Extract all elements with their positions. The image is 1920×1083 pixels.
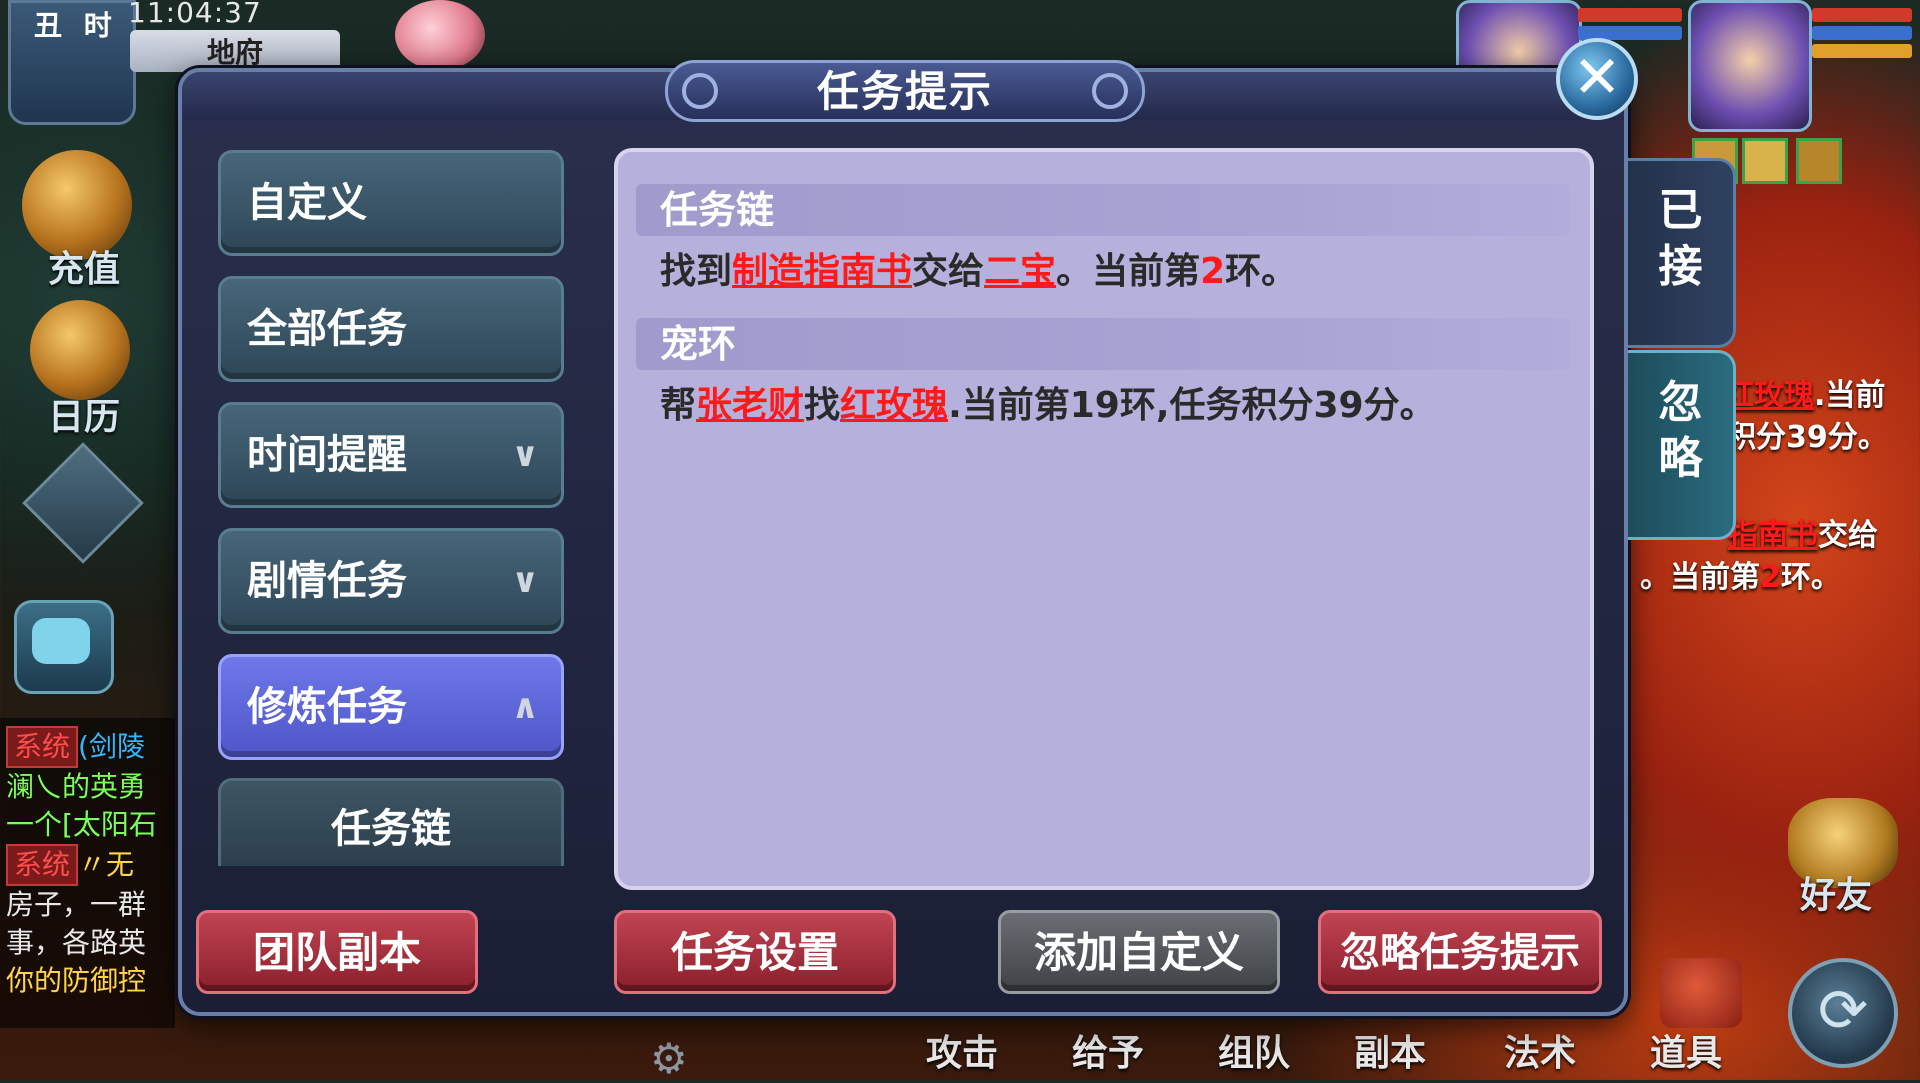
team-dungeon-button[interactable]: 团队副本 [196,910,478,994]
player-hp-bar [1812,8,1912,22]
chat-line: 事，各路英 [6,926,147,959]
clock-time: 11:04:37 [128,0,262,29]
peach-icon[interactable] [395,0,485,70]
buff-icon[interactable] [1742,138,1788,184]
section-header-pet-ring: 宠环 [636,318,1570,370]
category-custom[interactable]: 自定义 [218,150,564,256]
player-rage-bar [1812,44,1912,58]
give-button[interactable]: 给予 [1072,1024,1144,1076]
close-button[interactable]: ✕ [1556,38,1638,120]
subcategory-task-chain[interactable]: 任务链 [218,778,564,866]
chat-bubble-icon [32,618,90,664]
item-link[interactable]: 制造指南书 [732,251,912,292]
refresh-icon[interactable]: ⟳ [1788,958,1898,1068]
category-all-tasks[interactable]: 全部任务 [218,276,564,382]
category-cultivation-tasks[interactable]: 修炼任务 ∧ [218,654,564,760]
treasure-chest-icon[interactable] [1660,958,1742,1028]
ignore-task-prompt-button[interactable]: 忽略任务提示 [1318,910,1602,994]
dialog-title: 任务提示 [665,60,1145,122]
team-button[interactable]: 组队 [1218,1024,1290,1076]
chat-line: 系统 〃无 [6,844,175,886]
close-icon: ✕ [1572,43,1622,111]
scroll-ornament-icon [682,73,718,109]
chat-line: 澜乀的英勇 [6,770,147,803]
task-chain-description: 找到制造指南书交给二宝。当前第2环。 [660,251,1298,292]
system-tag: 系统 [6,726,79,768]
chat-line: 系统 (剑陵 [6,726,175,768]
npc-link[interactable]: 二宝 [984,251,1056,292]
chevron-down-icon: ∨ [511,561,539,601]
pet-hp-bar [1578,8,1682,22]
items-button[interactable]: 道具 [1650,1024,1722,1076]
pet-ring-description: 帮张老财找红玫瑰.当前第19环,任务积分39分。 [660,385,1436,426]
category-time-reminder[interactable]: 时间提醒 ∨ [218,402,564,508]
add-custom-button[interactable]: 添加自定义 [998,910,1280,994]
chat-line: 房子，一群 [6,888,147,921]
tracker-line: 红玫瑰.当前 [1724,378,1886,413]
tracker-line: 。当前第2环。 [1640,560,1841,595]
tab-ignored[interactable]: 忽 略 [1628,350,1736,540]
calendar-icon[interactable] [30,300,130,400]
chevron-up-icon: ∧ [511,687,539,727]
map-name[interactable]: 地府 [130,30,340,72]
spell-button[interactable]: 法术 [1504,1024,1576,1076]
player-portrait[interactable] [1688,0,1812,132]
attack-button[interactable]: 攻击 [926,1024,998,1076]
npc-link[interactable]: 张老财 [696,385,804,426]
chat-line: 你的防御控 [6,964,147,997]
section-header-task-chain: 任务链 [636,184,1570,236]
tracker-line: 指南书交给 [1728,518,1878,553]
scroll-ornament-icon [1092,73,1128,109]
category-story-tasks[interactable]: 剧情任务 ∨ [218,528,564,634]
buff-icon[interactable] [1796,138,1842,184]
system-tag: 系统 [6,844,79,886]
calendar-label[interactable]: 日历 [48,388,120,440]
chat-log[interactable]: 系统 (剑陵 澜乀的英勇 一个[太阳石 系统 〃无 房子，一群 事，各路英 你的防御… [0,718,175,1028]
gear-icon[interactable]: ⚙ [650,1034,688,1083]
tab-accepted[interactable]: 已 接 [1628,158,1736,348]
recharge-label[interactable]: 充值 [48,240,120,292]
item-link[interactable]: 红玫瑰 [840,385,948,426]
chevron-down-icon: ∨ [511,435,539,475]
player-mp-bar [1812,26,1912,40]
dungeon-button[interactable]: 副本 [1354,1024,1426,1076]
friend-label[interactable]: 好友 [1800,866,1872,918]
task-settings-button[interactable]: 任务设置 [614,910,896,994]
time-period: 丑 时 [34,9,118,42]
collapse-arrow-icon[interactable] [22,442,144,564]
tracker-line: 积分39分。 [1726,420,1888,455]
chat-line: 一个[太阳石 [6,808,157,841]
